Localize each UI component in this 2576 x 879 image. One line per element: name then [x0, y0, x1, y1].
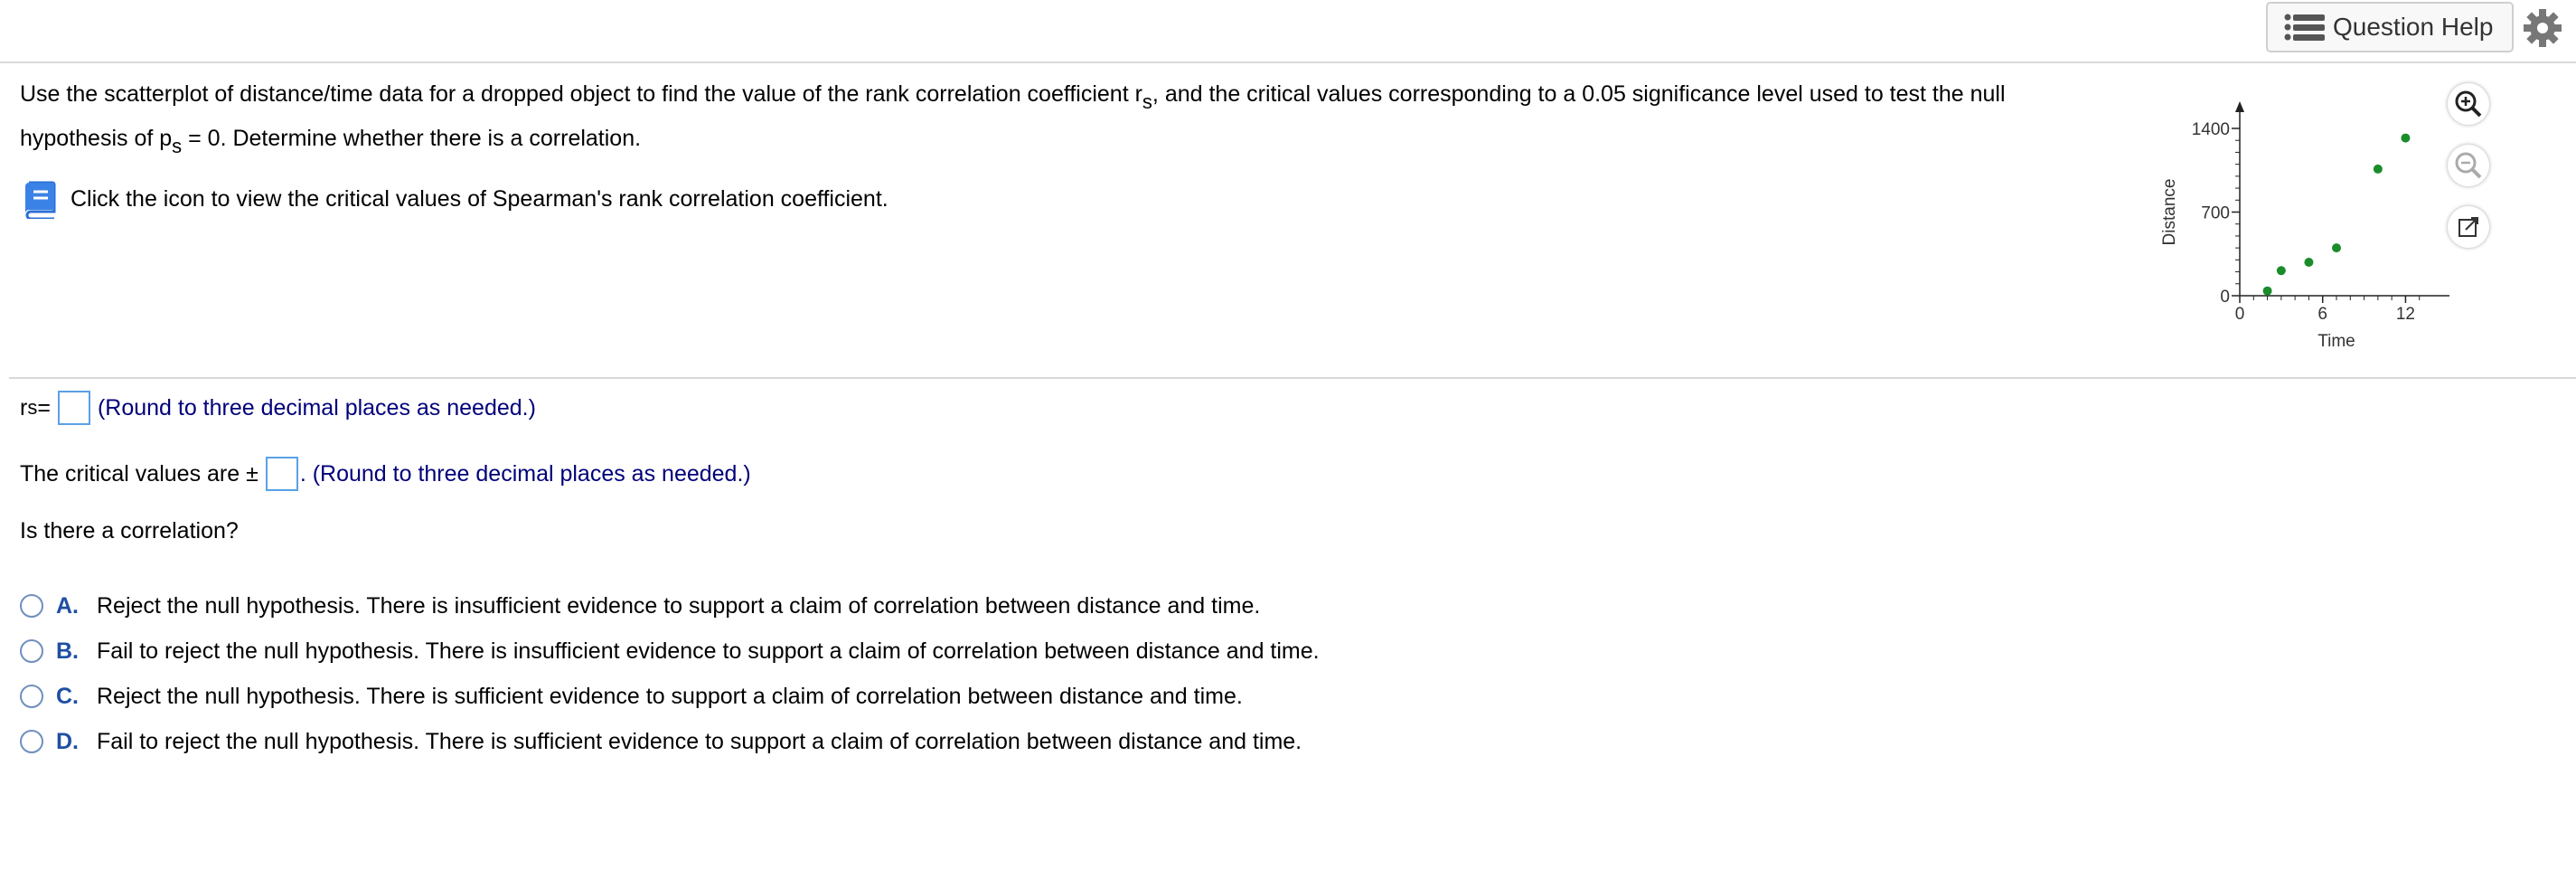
question-part3: hypothesis of p	[20, 126, 173, 151]
rs-hint: (Round to three decimal places as needed…	[97, 394, 536, 421]
ps-subscript: s	[172, 135, 183, 157]
choice-text: Reject the null hypothesis. There is ins…	[97, 592, 1261, 619]
rs-label-subscript: s	[27, 396, 38, 419]
question-line-1: Use the scatterplot of distance/time dat…	[20, 76, 2099, 120]
choice-letter: A.	[56, 592, 79, 619]
list-icon	[2284, 14, 2325, 41]
choice-c[interactable]: C. Reject the null hypothesis. There is …	[20, 674, 1320, 719]
zoom-in-icon[interactable]	[2448, 83, 2489, 125]
choice-b[interactable]: B. Fail to reject the null hypothesis. T…	[20, 629, 1320, 674]
rs-equals: =	[37, 394, 51, 421]
data-point	[2373, 164, 2383, 174]
data-point	[2401, 133, 2411, 143]
x-tick-label: 12	[2396, 305, 2415, 324]
correlation-question: Is there a correlation?	[20, 518, 239, 544]
y-tick-label: 1400	[2192, 120, 2230, 139]
x-tick-label: 6	[2317, 305, 2327, 324]
question-help-label: Question Help	[2333, 13, 2494, 41]
choice-text: Reject the null hypothesis. There is suf…	[97, 683, 1243, 709]
rs-label: r	[20, 394, 28, 421]
question-part1: Use the scatterplot of distance/time dat…	[20, 81, 1142, 107]
y-tick-label: 700	[2201, 204, 2230, 223]
y-tick-label: 0	[2220, 288, 2230, 307]
chart-tools	[2448, 83, 2493, 264]
data-point	[2276, 266, 2286, 276]
book-icon[interactable]	[20, 179, 60, 219]
critical-values-link: Click the icon to view the critical valu…	[20, 179, 888, 219]
scatter-chart: 0 6 12 0 700 1400 Time Distance	[2142, 90, 2460, 362]
chart-svg: 0 6 12 0 700 1400 Time Distance	[2160, 101, 2460, 351]
choice-text: Fail to reject the null hypothesis. Ther…	[97, 728, 1302, 754]
critical-answer-line: The critical values are ± . (Round to th…	[20, 457, 751, 491]
question-help-button[interactable]: Question Help	[2266, 2, 2514, 52]
radio-c[interactable]	[20, 685, 43, 708]
critical-answer-box[interactable]	[265, 457, 298, 491]
question-part4: = 0. Determine whether there is a correl…	[182, 126, 642, 151]
question-line-2: hypothesis of ps = 0. Determine whether …	[20, 120, 2099, 165]
choice-text: Fail to reject the null hypothesis. Ther…	[97, 638, 1320, 664]
question-part2: , and the critical values corresponding …	[1152, 81, 2006, 107]
x-tick-label: 0	[2235, 305, 2245, 324]
correlation-question-text: Is there a correlation?	[20, 518, 239, 543]
choice-letter: C.	[56, 683, 79, 709]
gear-icon[interactable]	[2522, 7, 2563, 49]
choice-d[interactable]: D. Fail to reject the null hypothesis. T…	[20, 719, 1320, 764]
zoom-out-icon[interactable]	[2448, 145, 2489, 186]
data-point	[2262, 286, 2272, 296]
choice-list: A. Reject the null hypothesis. There is …	[20, 583, 1320, 764]
radio-a[interactable]	[20, 594, 43, 618]
top-bar: Question Help	[0, 0, 2576, 63]
critical-hint: . (Round to three decimal places as need…	[299, 460, 751, 487]
section-divider	[9, 377, 2576, 379]
choice-a[interactable]: A. Reject the null hypothesis. There is …	[20, 583, 1320, 629]
book-link-text: Click the icon to view the critical valu…	[71, 185, 888, 212]
data-point	[2304, 258, 2314, 267]
rs-subscript: s	[1142, 90, 1152, 113]
popout-icon[interactable]	[2448, 206, 2489, 248]
question-text: Use the scatterplot of distance/time dat…	[20, 76, 2099, 165]
data-point	[2332, 243, 2341, 253]
radio-d[interactable]	[20, 730, 43, 753]
rs-answer-line: rs = (Round to three decimal places as n…	[20, 391, 536, 425]
critical-label: The critical values are ±	[20, 460, 259, 487]
y-axis-arrow	[2235, 101, 2244, 112]
choice-letter: B.	[56, 638, 79, 664]
rs-answer-box[interactable]	[57, 391, 90, 425]
x-axis-label: Time	[2317, 332, 2355, 351]
y-axis-label: Distance	[2160, 179, 2179, 246]
choice-letter: D.	[56, 728, 79, 754]
radio-b[interactable]	[20, 639, 43, 663]
